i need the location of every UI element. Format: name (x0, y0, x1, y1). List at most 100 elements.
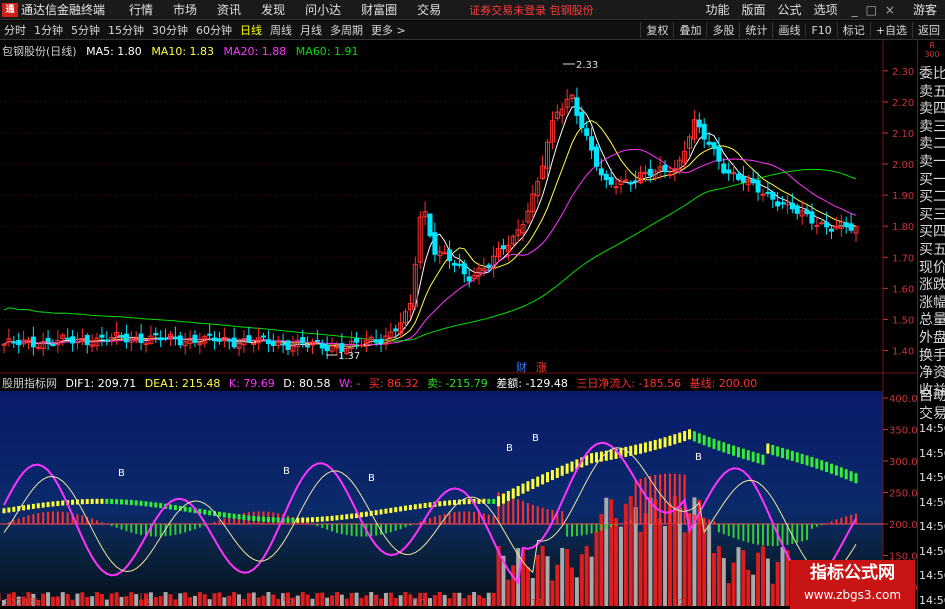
window-controls: _ □ × (852, 3, 895, 17)
period-30min[interactable]: 30分钟 (148, 22, 192, 38)
volume-bar (119, 596, 124, 606)
menu-gongneng[interactable]: 功能 (706, 1, 730, 18)
cai-tag[interactable]: 财 (516, 359, 527, 375)
volume-bar (129, 592, 134, 606)
menu-wenxiaoda[interactable]: 问小达 (305, 1, 341, 18)
volume-bar (511, 565, 516, 606)
volume-bar (574, 577, 579, 606)
login-warning[interactable]: 证券交易未登录 包钢股份 (469, 2, 594, 18)
volume-bar (364, 595, 369, 606)
stock-name-period: 包钢股份(日线) (2, 45, 77, 58)
period-5min[interactable]: 5分钟 (67, 22, 104, 38)
toolbar-biaoji[interactable]: 标记 (836, 22, 870, 38)
menu-xuanxiang[interactable]: 选项 (814, 1, 838, 18)
time-entry-1: 14:56 (919, 446, 945, 460)
period-1min[interactable]: 1分钟 (30, 22, 67, 38)
volume-bar (383, 592, 388, 606)
menu-faxian[interactable]: 发现 (261, 1, 285, 18)
candle-body (314, 339, 320, 342)
candle-body (486, 264, 492, 268)
period-monthly[interactable]: 月线 (296, 22, 326, 38)
candle-body (354, 338, 360, 343)
menu-banmian[interactable]: 版面 (742, 1, 766, 18)
period-daily[interactable]: 日线 (236, 22, 266, 38)
watermark-title: 指标公式网 (810, 563, 895, 583)
zhang-tag[interactable]: 涨 (536, 359, 547, 375)
toolbar-fanhui[interactable]: 返回 (912, 22, 945, 38)
right-quote-panel: R 300 委比 卖五 卖四 卖三 卖二 卖一 买一 买二 买三 买四 买五 现价 涨跌 涨幅 总量 外盘 换手… (917, 41, 945, 609)
candle-body (780, 202, 786, 205)
user-guest[interactable]: 游客 (913, 1, 937, 18)
candle-body (701, 123, 707, 140)
minimize-icon[interactable]: _ (852, 3, 858, 17)
volume-bar (481, 598, 486, 606)
candle-body (1, 343, 7, 346)
toolbar-fuquan[interactable]: 复权 (640, 22, 673, 38)
period-more[interactable]: 更多 > (367, 22, 410, 38)
volume-bar (65, 593, 70, 606)
volume-bar (760, 546, 765, 606)
time-entry-2: 14:56 (919, 471, 945, 484)
sub-y-tick-label: 200.0 (889, 520, 917, 531)
menu-jiaoyi[interactable]: 交易 (417, 1, 441, 18)
menu-hangqing[interactable]: 行情 (129, 1, 153, 18)
menu-gongshi[interactable]: 公式 (778, 1, 802, 18)
chart-area[interactable]: 2.30 2.20 2.10 2.00 1.90 1.80 1.70 1.60 1.50 1.40… (0, 41, 945, 609)
right-lower-tab-0[interactable]: 自动 (919, 385, 945, 405)
high-label: 2.33 (576, 60, 598, 71)
toolbar-diejia[interactable]: 叠加 (673, 22, 706, 38)
volume-bar (462, 598, 467, 606)
toolbar-zixuan[interactable]: +自选 (869, 22, 912, 38)
candle-body (809, 211, 815, 224)
kline-chart-svg[interactable]: 2.30 2.20 2.10 2.00 1.90 1.80 1.70 1.60 1.50 1.40… (0, 41, 917, 609)
volume-bar (623, 503, 628, 606)
toolbar-duogu[interactable]: 多股 (706, 22, 739, 38)
volume-bar (276, 598, 281, 606)
volume-bar (565, 548, 570, 606)
volume-bar (60, 592, 65, 606)
volume-bar (756, 552, 761, 606)
volume-bar (579, 554, 584, 606)
volume-bar (452, 592, 457, 606)
volume-bar (570, 567, 574, 606)
toolbar-tongji[interactable]: 统计 (739, 22, 772, 38)
period-weekly[interactable]: 周线 (266, 22, 296, 38)
candle-body (246, 335, 252, 343)
period-60min[interactable]: 60分钟 (192, 22, 236, 38)
dea-value: DEA1: 215.48 (144, 377, 221, 390)
volume-bar (281, 593, 286, 606)
candle-body (662, 164, 668, 173)
toolbar-f10[interactable]: F10 (805, 23, 836, 37)
volume-bar (628, 496, 633, 606)
period-multi[interactable]: 多周期 (326, 22, 367, 38)
close-icon[interactable]: × (885, 3, 895, 17)
right-lower-tab-1[interactable]: 交易 (919, 403, 945, 423)
candle-body (280, 343, 286, 346)
volume-bar (442, 594, 447, 606)
code-letter: R (929, 41, 935, 50)
candle-body (172, 336, 178, 340)
toolbar-huaxian[interactable]: 画线 (772, 22, 805, 38)
volume-bar (428, 598, 432, 606)
candle-body (231, 337, 237, 348)
period-fenshi[interactable]: 分时 (0, 22, 30, 38)
period-15min[interactable]: 15分钟 (104, 22, 148, 38)
volume-bar (467, 594, 472, 606)
volume-bar (241, 599, 246, 606)
candle-body (447, 249, 453, 262)
candle-body (789, 202, 795, 210)
menu-zixun[interactable]: 资讯 (217, 1, 241, 18)
volume-bar (305, 594, 310, 606)
volume-bar (104, 599, 109, 606)
volume-bar (638, 531, 643, 606)
ma5-value: MA5: 1.80 (86, 45, 142, 58)
volume-bar (775, 561, 780, 606)
candle-body (775, 201, 781, 207)
right-code: R 300 (918, 41, 945, 59)
menu-caifuquan[interactable]: 财富圈 (361, 1, 397, 18)
menu-shichang[interactable]: 市场 (173, 1, 197, 18)
volume-bar (472, 592, 477, 606)
volume-bar (432, 595, 437, 606)
maximize-icon[interactable]: □ (866, 3, 877, 17)
candle-body (696, 119, 702, 128)
